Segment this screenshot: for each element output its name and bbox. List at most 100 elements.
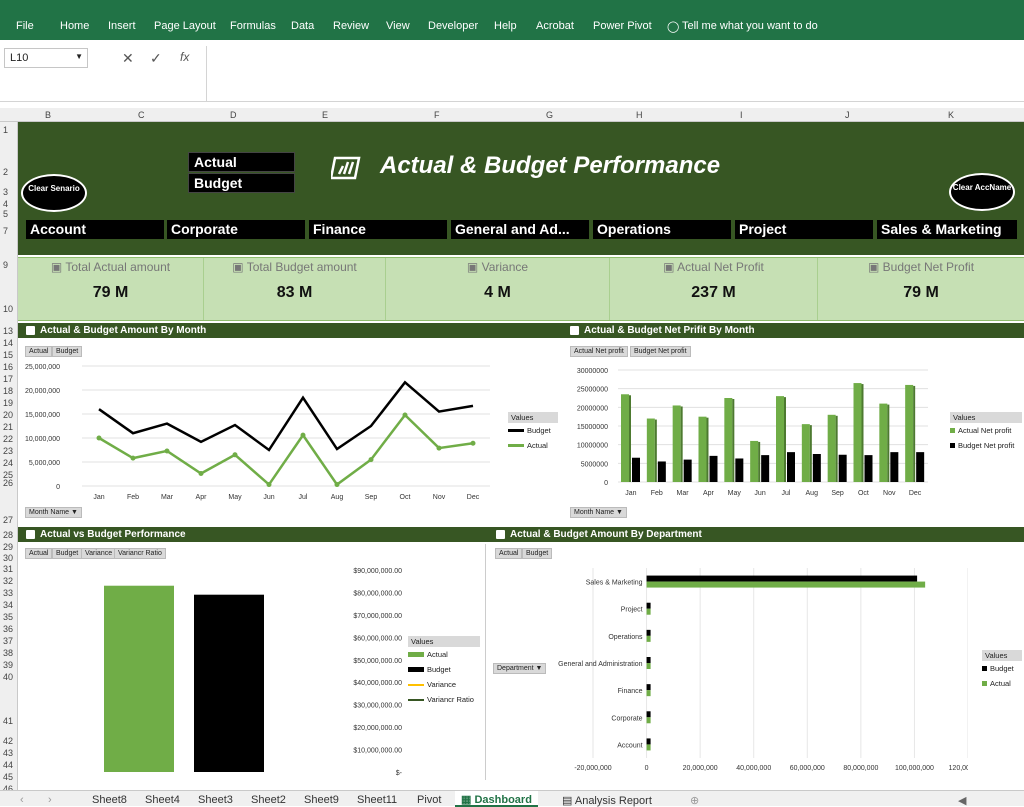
account-slicer-item[interactable]: Account: [26, 220, 164, 239]
col-header[interactable]: D: [230, 110, 237, 120]
scroll-left-icon[interactable]: ‹: [20, 794, 24, 806]
row-header[interactable]: 13: [3, 326, 13, 336]
row-header[interactable]: 40: [3, 672, 13, 682]
col-header[interactable]: K: [948, 110, 954, 120]
axis-field-button[interactable]: Month Name ▼: [570, 507, 627, 518]
field-button-actual[interactable]: Actual: [25, 548, 53, 559]
sheet-tab[interactable]: Sheet2: [251, 794, 286, 806]
field-button-actual-net[interactable]: Actual Net profit: [570, 346, 628, 357]
hscroll-left-icon[interactable]: ◀: [958, 794, 966, 807]
tab-home[interactable]: Home: [60, 20, 89, 32]
row-header[interactable]: 29: [3, 542, 13, 552]
row-header[interactable]: 22: [3, 434, 13, 444]
line-chart-panel[interactable]: Actual Budget Month Name ▼ 0 5,000,000 10,…: [20, 340, 560, 520]
row-header[interactable]: 31: [3, 564, 13, 574]
axis-field-button[interactable]: Month Name ▼: [25, 507, 82, 518]
clear-accname-button[interactable]: Clear AccName: [949, 173, 1015, 211]
sheet-tab-active[interactable]: ▦ Dashboard: [455, 791, 538, 807]
cancel-icon[interactable]: ✕: [122, 50, 134, 67]
row-header[interactable]: 26: [3, 478, 13, 488]
sheet-tab[interactable]: Sheet9: [304, 794, 339, 806]
row-header[interactable]: 36: [3, 624, 13, 634]
account-slicer-item[interactable]: Finance: [309, 220, 447, 239]
row-header[interactable]: 3: [3, 187, 8, 197]
account-slicer-item[interactable]: Corporate: [167, 220, 305, 239]
field-button-budget-net[interactable]: Budget Net profit: [630, 346, 691, 357]
col-header[interactable]: B: [45, 110, 51, 120]
sheet-tab[interactable]: Sheet4: [145, 794, 180, 806]
tab-developer[interactable]: Developer: [428, 20, 478, 32]
row-header[interactable]: 32: [3, 576, 13, 586]
tab-help[interactable]: Help: [494, 20, 517, 32]
sheet-tab[interactable]: ▤ Analysis Report: [562, 794, 652, 807]
field-button-variance[interactable]: Variance: [81, 548, 117, 559]
account-slicer-item[interactable]: Sales & Marketing: [877, 220, 1017, 239]
row-header[interactable]: 37: [3, 636, 13, 646]
field-button-actual[interactable]: Actual: [25, 346, 53, 357]
col-header[interactable]: I: [740, 110, 743, 120]
tab-file[interactable]: File: [16, 20, 34, 32]
axis-field-button[interactable]: Department ▼: [493, 663, 547, 674]
row-header[interactable]: 17: [3, 374, 13, 384]
sheet-tab[interactable]: Sheet3: [198, 794, 233, 806]
field-button-budget[interactable]: Budget: [522, 548, 553, 559]
tab-page-layout[interactable]: Page Layout: [154, 20, 216, 32]
row-header[interactable]: 30: [3, 553, 13, 563]
tab-power-pivot[interactable]: Power Pivot: [593, 20, 652, 32]
chevron-down-icon[interactable]: ▼: [75, 52, 83, 61]
row-header[interactable]: 27: [3, 515, 13, 525]
sheet-tab[interactable]: Sheet11: [357, 794, 397, 806]
field-button-budget[interactable]: Budget: [52, 548, 83, 559]
row-header[interactable]: 15: [3, 350, 13, 360]
tab-review[interactable]: Review: [333, 20, 369, 32]
add-sheet-icon[interactable]: ⊕: [690, 794, 699, 807]
col-header[interactable]: F: [434, 110, 440, 120]
row-header[interactable]: 43: [3, 748, 13, 758]
row-header[interactable]: 35: [3, 612, 13, 622]
scenario-budget-button[interactable]: Budget: [188, 173, 295, 193]
formula-input[interactable]: [206, 46, 1024, 102]
account-slicer-item[interactable]: General and Ad...: [451, 220, 589, 239]
row-header[interactable]: 5: [3, 209, 8, 219]
clear-scenario-button[interactable]: Clear Senario: [21, 174, 87, 212]
tab-acrobat[interactable]: Acrobat: [536, 20, 574, 32]
row-header[interactable]: 4: [3, 199, 8, 209]
tell-me-box[interactable]: Tell me what you want to do: [682, 20, 818, 32]
col-header[interactable]: E: [322, 110, 328, 120]
performance-chart-panel[interactable]: Actual Budget Variance Variancr Ratio $-…: [20, 544, 486, 780]
name-box[interactable]: L10 ▼: [4, 48, 88, 68]
row-header[interactable]: 24: [3, 458, 13, 468]
row-header[interactable]: 21: [3, 422, 13, 432]
account-slicer-item[interactable]: Operations: [593, 220, 731, 239]
sheet-tab[interactable]: Pivot: [417, 794, 441, 806]
row-header[interactable]: 38: [3, 648, 13, 658]
row-header[interactable]: 9: [3, 260, 8, 270]
row-header[interactable]: 7: [3, 226, 8, 236]
field-button-budget[interactable]: Budget: [52, 346, 83, 357]
row-header[interactable]: 14: [3, 338, 13, 348]
scenario-actual-button[interactable]: Actual: [188, 152, 295, 172]
row-header[interactable]: 41: [3, 716, 13, 726]
enter-icon[interactable]: ✓: [150, 50, 162, 67]
field-button-actual[interactable]: Actual: [495, 548, 523, 559]
row-header[interactable]: 45: [3, 772, 13, 782]
col-header[interactable]: H: [636, 110, 643, 120]
row-header[interactable]: 20: [3, 410, 13, 420]
row-header[interactable]: 19: [3, 398, 13, 408]
row-header[interactable]: 42: [3, 736, 13, 746]
tab-view[interactable]: View: [386, 20, 410, 32]
row-header[interactable]: 18: [3, 386, 13, 396]
row-header[interactable]: 16: [3, 362, 13, 372]
row-header[interactable]: 33: [3, 588, 13, 598]
scroll-right-icon[interactable]: ›: [48, 794, 52, 806]
row-header[interactable]: 28: [3, 530, 13, 540]
row-header[interactable]: 1: [3, 125, 8, 135]
net-profit-chart-panel[interactable]: Actual Net profit Budget Net profit Mont…: [566, 340, 1024, 520]
tab-data[interactable]: Data: [291, 20, 314, 32]
row-header[interactable]: 39: [3, 660, 13, 670]
account-slicer-item[interactable]: Project: [735, 220, 873, 239]
row-header[interactable]: 44: [3, 760, 13, 770]
row-header[interactable]: 23: [3, 446, 13, 456]
row-header[interactable]: 10: [3, 304, 13, 314]
tab-formulas[interactable]: Formulas: [230, 20, 276, 32]
